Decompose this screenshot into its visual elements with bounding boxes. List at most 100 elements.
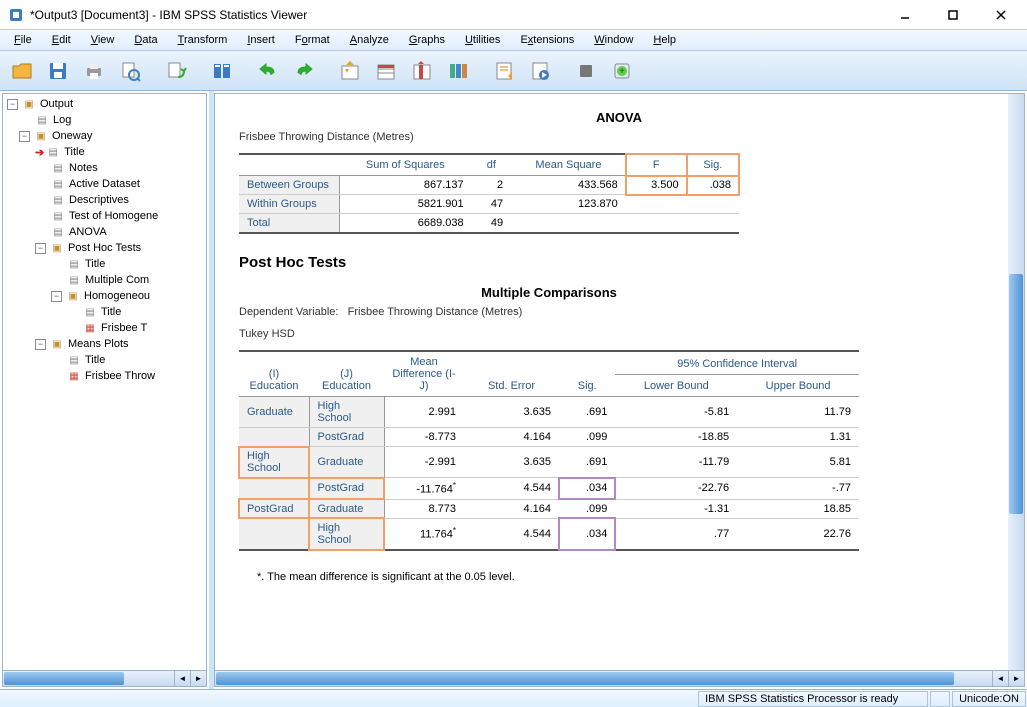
outline-tree[interactable]: −▣Output ▤Log −▣Oneway ➔▤Title ▤Notes ▤A… <box>3 94 206 670</box>
status-blank <box>930 691 950 707</box>
minimize-button[interactable] <box>891 5 919 25</box>
col-sig: Sig. <box>559 351 615 397</box>
collapse-icon[interactable]: − <box>35 339 46 350</box>
menu-insert[interactable]: Insert <box>237 32 285 48</box>
menubar: File Edit View Data Transform Insert For… <box>0 30 1027 51</box>
menu-edit[interactable]: Edit <box>42 32 81 48</box>
close-button[interactable] <box>987 5 1015 25</box>
scroll-left-icon[interactable]: ◄ <box>174 671 190 686</box>
anova-row-within[interactable]: Within Groups 5821.901 47 123.870 <box>239 195 739 214</box>
collapse-icon[interactable]: − <box>35 243 46 254</box>
table-icon: ▤ <box>51 194 65 206</box>
menu-data[interactable]: Data <box>124 32 167 48</box>
tree-title3[interactable]: ▤Title <box>5 304 204 320</box>
col-f: F <box>626 154 687 176</box>
mc-row[interactable]: PostGradGraduate8.7734.164.099-1.3118.85 <box>239 499 859 518</box>
save-button[interactable] <box>42 55 74 87</box>
preview-button[interactable] <box>114 55 146 87</box>
output-viewer[interactable]: ANOVA Frisbee Throwing Distance (Metres)… <box>215 94 1024 670</box>
open-button[interactable] <box>6 55 38 87</box>
tree-hsub[interactable]: −▣Homogeneou <box>5 288 204 304</box>
menu-window[interactable]: Window <box>584 32 643 48</box>
folder-icon: ▣ <box>50 242 64 254</box>
stop-button[interactable] <box>570 55 602 87</box>
notes-icon: ▤ <box>51 162 65 174</box>
undo-button[interactable] <box>252 55 284 87</box>
tree-title[interactable]: ➔▤Title <box>5 144 204 160</box>
menu-analyze[interactable]: Analyze <box>340 32 399 48</box>
goto-data-button[interactable] <box>334 55 366 87</box>
content-vscroll[interactable] <box>1008 94 1024 670</box>
tree-output[interactable]: −▣Output <box>5 96 204 112</box>
tree-log[interactable]: ▤Log <box>5 112 204 128</box>
menu-extensions[interactable]: Extensions <box>510 32 584 48</box>
mc-row[interactable]: High School11.764*4.544.034.7722.76 <box>239 518 859 550</box>
collapse-icon[interactable]: − <box>51 291 62 302</box>
export-button[interactable] <box>160 55 192 87</box>
tree-title2[interactable]: ▤Title <box>5 256 204 272</box>
tree-title4[interactable]: ▤Title <box>5 352 204 368</box>
scroll-right-icon[interactable]: ► <box>1008 671 1024 686</box>
insert-text-button[interactable] <box>488 55 520 87</box>
scroll-thumb[interactable] <box>1009 274 1023 514</box>
col-df: df <box>472 154 511 176</box>
tree-anova[interactable]: ▤ANOVA <box>5 224 204 240</box>
mc-row[interactable]: GraduateHigh School2.9913.635.691-5.8111… <box>239 397 859 428</box>
status-processor: IBM SPSS Statistics Processor is ready <box>698 691 928 707</box>
mc-row[interactable]: High SchoolGraduate-2.9913.635.691-11.79… <box>239 447 859 478</box>
anova-table[interactable]: Sum of Squares df Mean Square F Sig. Bet… <box>239 153 739 234</box>
outline-hscroll[interactable]: ◄ ► <box>3 670 206 686</box>
col-ci: 95% Confidence Interval <box>615 351 859 374</box>
collapse-icon[interactable]: − <box>19 131 30 142</box>
scroll-left-icon[interactable]: ◄ <box>992 671 1008 686</box>
tree-mcomp[interactable]: ▤Multiple Com <box>5 272 204 288</box>
svg-text:+: + <box>619 66 625 77</box>
scroll-right-icon[interactable]: ► <box>190 671 206 686</box>
chart-icon: ▦ <box>83 322 97 334</box>
mc-footnote: *. The mean difference is significant at… <box>239 571 999 583</box>
tree-frisbee2[interactable]: ▦Frisbee Throw <box>5 368 204 384</box>
title-icon: ▤ <box>83 306 97 318</box>
menu-transform[interactable]: Transform <box>168 32 238 48</box>
anova-row-between[interactable]: Between Groups 867.137 2 433.568 3.500 .… <box>239 176 739 195</box>
menu-file[interactable]: File <box>4 32 42 48</box>
col-ss: Sum of Squares <box>339 154 472 176</box>
status-unicode: Unicode:ON <box>952 691 1026 707</box>
tree-frisbee[interactable]: ▦Frisbee T <box>5 320 204 336</box>
anova-row-total[interactable]: Total 6689.038 49 <box>239 214 739 234</box>
scroll-thumb[interactable] <box>4 672 124 685</box>
mc-table[interactable]: (I) Education (J) Education Mean Differe… <box>239 350 859 551</box>
outline-panel: −▣Output ▤Log −▣Oneway ➔▤Title ▤Notes ▤A… <box>2 93 207 687</box>
tree-mplots[interactable]: −▣Means Plots <box>5 336 204 352</box>
title-icon: ▤ <box>46 146 60 158</box>
tree-descriptives[interactable]: ▤Descriptives <box>5 192 204 208</box>
run-button[interactable] <box>524 55 556 87</box>
variables-button[interactable] <box>406 55 438 87</box>
tree-posthoc[interactable]: −▣Post Hoc Tests <box>5 240 204 256</box>
mc-row[interactable]: PostGrad-11.764*4.544.034-22.76-.77 <box>239 478 859 500</box>
collapse-icon[interactable]: − <box>7 99 18 110</box>
tree-notes[interactable]: ▤Notes <box>5 160 204 176</box>
dataset-icon: ▤ <box>51 178 65 190</box>
select-button[interactable] <box>442 55 474 87</box>
current-icon: ➔ <box>35 146 44 159</box>
designate-button[interactable]: + <box>606 55 638 87</box>
content-hscroll[interactable]: ◄ ► <box>215 670 1024 686</box>
goto-case-button[interactable] <box>370 55 402 87</box>
menu-graphs[interactable]: Graphs <box>399 32 455 48</box>
menu-utilities[interactable]: Utilities <box>455 32 510 48</box>
tree-homogeneity[interactable]: ▤Test of Homogene <box>5 208 204 224</box>
maximize-button[interactable] <box>939 5 967 25</box>
menu-format[interactable]: Format <box>285 32 340 48</box>
menu-view[interactable]: View <box>81 32 125 48</box>
tree-oneway[interactable]: −▣Oneway <box>5 128 204 144</box>
menu-help[interactable]: Help <box>643 32 686 48</box>
scroll-thumb[interactable] <box>216 672 954 685</box>
redo-button[interactable] <box>288 55 320 87</box>
print-button[interactable] <box>78 55 110 87</box>
dialog-recall-button[interactable] <box>206 55 238 87</box>
mc-row[interactable]: PostGrad-8.7734.164.099-18.851.31 <box>239 428 859 447</box>
tree-active-dataset[interactable]: ▤Active Dataset <box>5 176 204 192</box>
col-ms: Mean Square <box>511 154 626 176</box>
output-icon: ▣ <box>22 98 36 110</box>
